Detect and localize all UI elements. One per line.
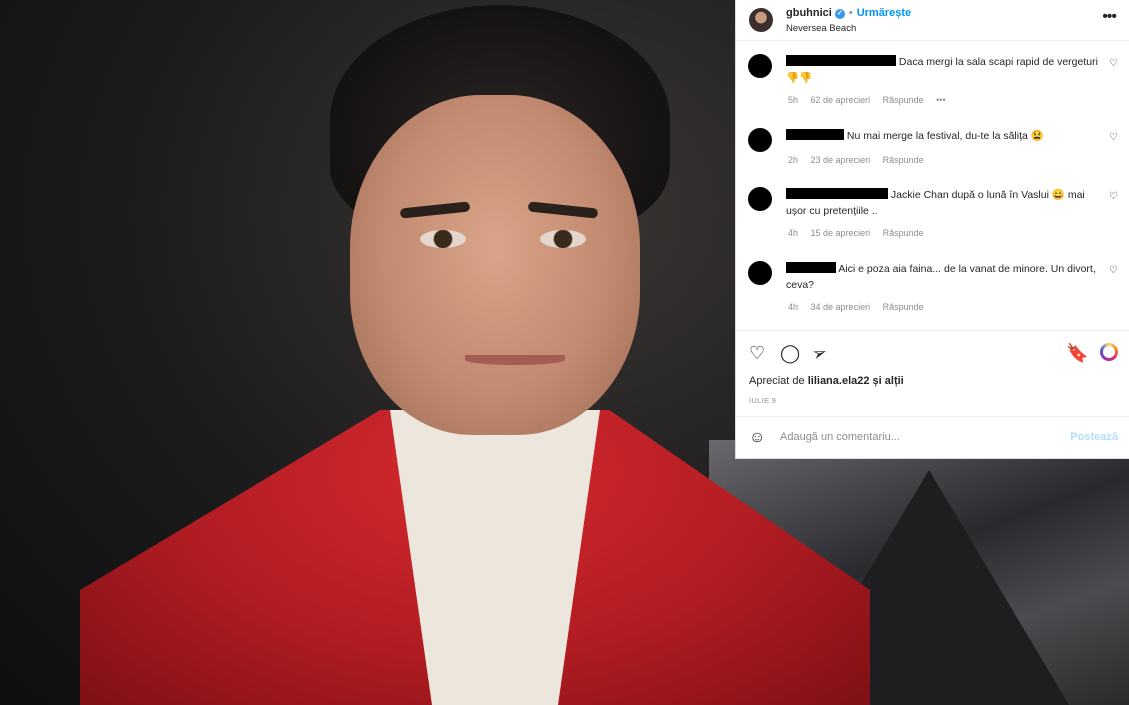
author-line: gbuhnici ✓ • Urmărește xyxy=(786,7,911,19)
left-eye xyxy=(420,230,466,248)
save-bookmark-icon[interactable]: 🔖 xyxy=(1066,343,1088,364)
right-eye xyxy=(540,230,586,248)
redacted-username xyxy=(786,188,888,199)
liked-by: Apreciat de liliana.ela22 și alții xyxy=(749,375,904,387)
liked-by-prefix: Apreciat de xyxy=(749,375,805,387)
share-send-icon[interactable]: ➢ xyxy=(809,341,830,366)
comment-time: 5h xyxy=(788,95,799,105)
comment-text: Nu mai merge la festival, du-te la săliț… xyxy=(846,130,1044,142)
comment-time: 2h xyxy=(788,155,799,165)
comment-text-block: Nu mai merge la festival, du-te la săliț… xyxy=(786,128,1101,144)
comment-meta: 5h 62 de aprecieri Răspunde ••• xyxy=(788,95,956,105)
comment-time: 4h xyxy=(788,228,799,238)
liked-by-user[interactable]: liliana.ela22 xyxy=(808,375,870,387)
comment-text-block: Daca mergi la sala scapi rapid de verget… xyxy=(786,54,1101,86)
follow-button[interactable]: Urmărește xyxy=(857,7,911,19)
reply-button[interactable]: Răspunde xyxy=(883,95,924,105)
comment-meta: 2h 23 de aprecieri Răspunde xyxy=(788,155,934,165)
separator-dot: • xyxy=(848,7,853,19)
like-heart-icon[interactable]: ♡ xyxy=(749,343,765,364)
comment-likes[interactable]: 62 de aprecieri xyxy=(811,95,871,105)
comment-time: 4h xyxy=(788,302,799,312)
story-ring-icon[interactable] xyxy=(1100,343,1118,361)
commenter-avatar[interactable] xyxy=(748,261,772,285)
comment-like-heart-icon[interactable]: ♡ xyxy=(1109,191,1118,202)
reply-button[interactable]: Răspunde xyxy=(883,302,924,312)
redacted-username xyxy=(786,129,844,140)
commenter-avatar[interactable] xyxy=(748,128,772,152)
comment-likes[interactable]: 34 de aprecieri xyxy=(811,302,871,312)
comment-like-heart-icon[interactable]: ♡ xyxy=(1109,265,1118,276)
post-actions: ♡ ◯ ➢ 🔖 Apreciat de liliana.ela22 și alț… xyxy=(736,330,1129,421)
comment-text-block: Aici e poza aia faina... de la vanat de … xyxy=(786,261,1101,293)
comment-input[interactable]: Adaugă un comentariu... xyxy=(780,431,900,443)
post-comment-button[interactable]: Postează xyxy=(1070,431,1118,443)
liked-by-suffix[interactable]: și alții xyxy=(873,375,904,387)
more-options-icon[interactable]: ••• xyxy=(1102,8,1117,26)
instagram-comments-panel: gbuhnici ✓ • Urmărește Neversea Beach ••• D… xyxy=(735,0,1129,459)
redacted-username xyxy=(786,55,896,66)
comment-meta: 4h 34 de aprecieri Răspunde xyxy=(788,302,934,312)
commenter-avatar[interactable] xyxy=(748,54,772,78)
verified-badge-icon: ✓ xyxy=(834,9,845,19)
post-date: IULIE 9 xyxy=(749,396,777,405)
author-username[interactable]: gbuhnici xyxy=(786,7,832,19)
post-location[interactable]: Neversea Beach xyxy=(786,23,856,34)
comment-text-block: Jackie Chan după o lună în Vaslui 😄 mai … xyxy=(786,187,1101,219)
comment-likes[interactable]: 23 de aprecieri xyxy=(811,155,871,165)
comment-bubble-icon[interactable]: ◯ xyxy=(780,343,800,364)
reply-button[interactable]: Răspunde xyxy=(883,228,924,238)
comment-like-heart-icon[interactable]: ♡ xyxy=(1109,58,1118,69)
post-header: gbuhnici ✓ • Urmărește Neversea Beach ••• xyxy=(736,0,1129,41)
redacted-username xyxy=(786,262,836,273)
reply-button[interactable]: Răspunde xyxy=(883,155,924,165)
commenter-avatar[interactable] xyxy=(748,187,772,211)
comment-meta: 4h 15 de aprecieri Răspunde xyxy=(788,228,934,238)
add-comment-bar: ☺ Adaugă un comentariu... Postează xyxy=(736,416,1129,459)
comment-like-heart-icon[interactable]: ♡ xyxy=(1109,132,1118,143)
emoji-smiley-icon[interactable]: ☺ xyxy=(749,429,765,447)
comment-likes[interactable]: 15 de aprecieri xyxy=(811,228,871,238)
face xyxy=(350,95,640,435)
mouth xyxy=(465,355,565,365)
comment-more-icon[interactable]: ••• xyxy=(936,95,945,105)
author-avatar[interactable] xyxy=(749,8,773,32)
